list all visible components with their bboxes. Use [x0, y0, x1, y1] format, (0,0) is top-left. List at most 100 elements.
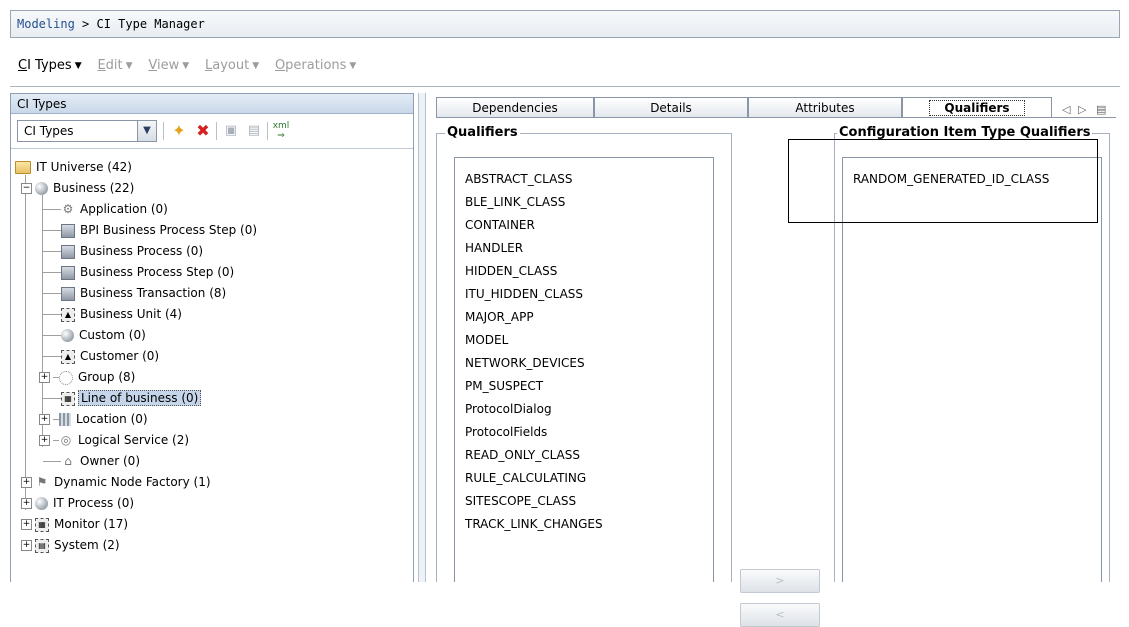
tree-node-label: Business Unit (4) — [80, 307, 182, 321]
expand-icon[interactable]: + — [21, 477, 32, 488]
tree-node-dynamic-node-factory[interactable]: + ⚑ Dynamic Node Factory (1) — [21, 473, 213, 492]
tree-node-label: Custom (0) — [79, 328, 146, 342]
menubar: CI Types ▼ Edit ▼ View ▼ Layout ▼ Operations… — [18, 58, 368, 78]
expand-icon[interactable]: + — [21, 498, 32, 509]
chevron-down-icon[interactable]: ▼ — [137, 121, 156, 141]
business-unit-icon: ▲ — [61, 307, 75, 322]
caret-down-icon: ▼ — [182, 61, 190, 71]
tree-node-line-of-business[interactable]: ▦ Line of business (0) — [61, 389, 202, 408]
toolbar-separator — [216, 122, 217, 140]
tab-qualifiers[interactable]: Qualifiers — [902, 97, 1052, 117]
menu-mnemonic: V — [148, 58, 157, 73]
breadcrumb-bar: Modeling > CI Type Manager — [10, 10, 1120, 38]
monitor-icon: ▦ — [35, 517, 49, 532]
available-qualifiers-list[interactable]: ABSTRACT_CLASS BLE_LINK_CLASS CONTAINER … — [454, 157, 714, 582]
caret-down-icon: ▼ — [74, 61, 82, 71]
menu-ci-types[interactable]: CI Types ▼ — [18, 58, 82, 73]
tab-details[interactable]: Details — [594, 97, 748, 117]
list-item[interactable]: ITU_HIDDEN_CLASS — [465, 287, 583, 301]
list-item[interactable]: SITESCOPE_CLASS — [465, 494, 576, 508]
tree-node-logical-service[interactable]: + ◎ Logical Service (2) — [39, 431, 191, 450]
menu-edit[interactable]: Edit ▼ — [97, 58, 132, 73]
tree-node-location[interactable]: + Location (0) — [39, 410, 150, 429]
menu-layout[interactable]: Layout ▼ — [205, 58, 259, 73]
list-item[interactable]: MODEL — [465, 333, 508, 347]
tree-node-label: Business (22) — [53, 181, 135, 195]
tree-node-business-process[interactable]: Business Process (0) — [61, 242, 205, 261]
list-item[interactable]: ABSTRACT_CLASS — [465, 172, 573, 186]
expand-icon[interactable]: + — [39, 435, 50, 446]
tree-node-business-transaction[interactable]: Business Transaction (8) — [61, 284, 228, 303]
tree-node-owner[interactable]: ⌂ Owner (0) — [61, 452, 142, 471]
ci-type-qualifiers-group-title: Configuration Item Type Qualifiers — [837, 125, 1093, 140]
menu-label: perations — [285, 58, 347, 73]
remove-qualifier-button[interactable]: < — [740, 603, 820, 627]
collapse-icon[interactable]: − — [21, 183, 32, 194]
tree-node-bpi-business-process-step[interactable]: BPI Business Process Step (0) — [61, 221, 259, 240]
tree-connector — [43, 251, 61, 252]
save-icon[interactable]: ▣ — [221, 121, 241, 141]
node-factory-icon: ⚑ — [36, 475, 48, 489]
tree-node-application[interactable]: ⚙ Application (0) — [61, 200, 170, 219]
list-item[interactable]: NETWORK_DEVICES — [465, 356, 585, 370]
menu-view[interactable]: View ▼ — [148, 58, 189, 73]
list-item[interactable]: PM_SUSPECT — [465, 379, 543, 393]
properties-icon[interactable]: ▤ — [244, 121, 264, 141]
panel-splitter[interactable] — [418, 93, 426, 582]
list-item[interactable]: BLE_LINK_CLASS — [465, 195, 565, 209]
ci-types-panel: CI Types CI Types ▼ ✦ ✖ ▣ ▤ xml ⇒ IT Univ… — [10, 93, 414, 582]
tab-label: Attributes — [795, 101, 855, 115]
export-xml-icon[interactable]: xml ⇒ — [271, 121, 291, 141]
tab-scroll-right-icon[interactable]: ▷ — [1078, 103, 1086, 116]
list-item[interactable]: MAJOR_APP — [465, 310, 534, 324]
tree-connector — [43, 272, 61, 273]
expand-icon[interactable]: + — [21, 540, 32, 551]
new-ci-type-icon[interactable]: ✦ — [169, 121, 189, 141]
gear-icon: ⚙ — [62, 202, 74, 216]
list-item[interactable]: CONTAINER — [465, 218, 535, 232]
tree-node-monitor[interactable]: + ▦ Monitor (17) — [21, 515, 130, 534]
tree-node-label: Group (8) — [78, 370, 136, 384]
tree-connector — [43, 398, 61, 399]
add-qualifier-button[interactable]: > — [740, 569, 820, 593]
tree-node-system[interactable]: + ▤ System (2) — [21, 536, 122, 555]
list-item[interactable]: TRACK_LINK_CHANGES — [465, 517, 603, 531]
highlight-annotation-box — [788, 139, 1098, 223]
tree-node-business[interactable]: − Business (22) — [21, 179, 136, 198]
expand-icon[interactable]: + — [39, 372, 50, 383]
tab-dependencies[interactable]: Dependencies — [436, 97, 594, 117]
menu-mnemonic: O — [274, 58, 286, 73]
tab-attributes[interactable]: Attributes — [748, 97, 902, 117]
tree-connector — [43, 230, 61, 231]
tree-node-it-universe[interactable]: IT Universe (42) — [15, 158, 134, 177]
list-item[interactable]: ProtocolFields — [465, 425, 547, 439]
tree-node-customer[interactable]: ▲ Customer (0) — [61, 347, 161, 366]
list-item[interactable]: READ_ONLY_CLASS — [465, 448, 580, 462]
tree-node-custom[interactable]: Custom (0) — [61, 326, 148, 345]
tree-node-business-unit[interactable]: ▲ Business Unit (4) — [61, 305, 184, 324]
breadcrumb: Modeling > CI Type Manager — [17, 17, 205, 31]
list-item[interactable]: RULE_CALCULATING — [465, 471, 586, 485]
menu-operations[interactable]: Operations ▼ — [275, 58, 356, 73]
breadcrumb-separator: > — [74, 17, 97, 31]
breadcrumb-root-link[interactable]: Modeling — [17, 17, 75, 31]
list-item[interactable]: HANDLER — [465, 241, 523, 255]
tree-node-label: Business Process Step (0) — [80, 265, 235, 279]
toolbar-separator — [267, 122, 268, 140]
tree-node-group[interactable]: + Group (8) — [39, 368, 137, 387]
expand-icon[interactable]: + — [21, 519, 32, 530]
owner-icon: ⌂ — [64, 454, 72, 468]
list-item[interactable]: HIDDEN_CLASS — [465, 264, 557, 278]
tab-list-icon[interactable]: ▤ — [1096, 103, 1106, 116]
tab-scroll-left-icon[interactable]: ◁ — [1062, 103, 1070, 116]
tree-node-label: IT Process (0) — [53, 496, 135, 510]
tree-node-it-process[interactable]: + IT Process (0) — [21, 494, 136, 513]
building-icon — [59, 413, 71, 426]
tree-node-label: Business Process (0) — [80, 244, 204, 258]
tree-node-business-process-step[interactable]: Business Process Step (0) — [61, 263, 236, 282]
ci-types-select[interactable]: CI Types ▼ — [17, 120, 157, 142]
customer-icon: ▲ — [61, 349, 75, 364]
list-item[interactable]: ProtocolDialog — [465, 402, 552, 416]
expand-icon[interactable]: + — [39, 414, 50, 425]
delete-icon[interactable]: ✖ — [193, 121, 213, 141]
